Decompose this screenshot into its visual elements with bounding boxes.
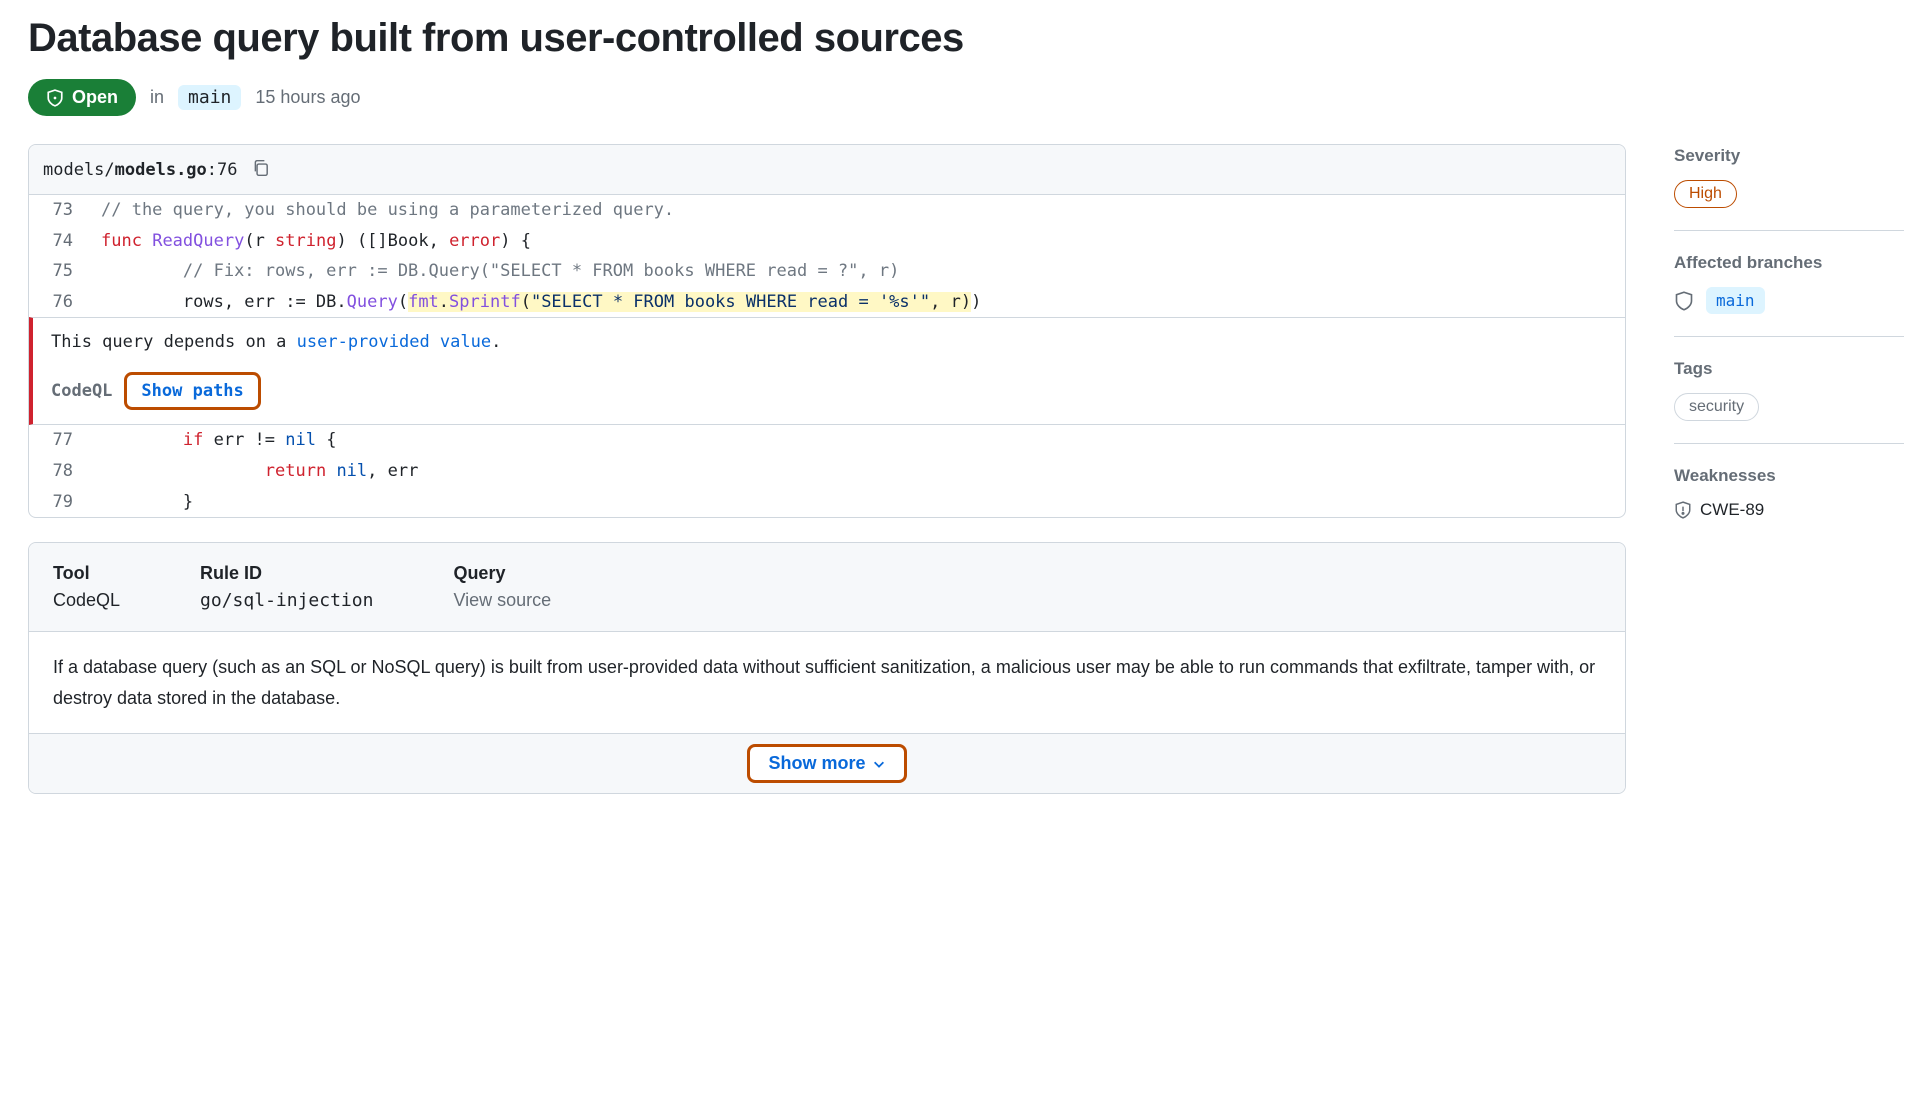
show-more-row: Show more bbox=[29, 734, 1625, 793]
line-number: 78 bbox=[29, 456, 91, 487]
show-paths-button[interactable]: Show paths bbox=[124, 372, 260, 410]
branch-chip[interactable]: main bbox=[1706, 287, 1765, 314]
show-more-button[interactable]: Show more bbox=[747, 744, 906, 783]
status-badge: Open bbox=[28, 79, 136, 116]
line-number: 79 bbox=[29, 487, 91, 518]
status-row: Open in main 15 hours ago bbox=[28, 79, 1904, 116]
weakness-value: CWE-89 bbox=[1700, 500, 1764, 520]
shield-alert-icon bbox=[1674, 501, 1692, 519]
file-path-file: models.go bbox=[115, 160, 207, 180]
alert-tool-label: CodeQL bbox=[51, 381, 112, 401]
rule-label: Rule ID bbox=[200, 563, 373, 584]
code-row: 76 rows, err := DB.Query(fmt.Sprintf("SE… bbox=[29, 287, 1625, 318]
shield-icon bbox=[46, 89, 64, 107]
info-description: If a database query (such as an SQL or N… bbox=[29, 632, 1625, 734]
shield-icon bbox=[1674, 291, 1694, 311]
info-panel: Tool CodeQL Rule ID go/sql-injection Que… bbox=[28, 542, 1626, 794]
status-in-text: in bbox=[150, 87, 164, 108]
severity-badge: High bbox=[1674, 180, 1737, 208]
alert-message: This query depends on a user-provided va… bbox=[51, 332, 1625, 352]
code-row: 78 return nil, err bbox=[29, 456, 1625, 487]
line-number: 75 bbox=[29, 256, 91, 287]
code-row: 77 if err != nil { bbox=[29, 425, 1625, 456]
code-row: 79 } bbox=[29, 487, 1625, 518]
branches-label: Affected branches bbox=[1674, 253, 1904, 273]
alert-block: This query depends on a user-provided va… bbox=[29, 317, 1625, 425]
weakness-item[interactable]: CWE-89 bbox=[1674, 500, 1904, 520]
line-code: return nil, err bbox=[91, 456, 418, 487]
line-number: 76 bbox=[29, 287, 91, 318]
code-row: 74 func ReadQuery(r string) ([]Book, err… bbox=[29, 226, 1625, 257]
code-row: 73 // the query, you should be using a p… bbox=[29, 195, 1625, 226]
code-panel: models/models.go:76 73 // the query, you… bbox=[28, 144, 1626, 518]
line-number: 74 bbox=[29, 226, 91, 257]
line-code: } bbox=[91, 487, 193, 518]
tag-pill[interactable]: security bbox=[1674, 393, 1759, 421]
tool-label: Tool bbox=[53, 563, 120, 584]
line-code: func ReadQuery(r string) ([]Book, error)… bbox=[91, 226, 531, 257]
file-line: :76 bbox=[207, 160, 238, 180]
file-header: models/models.go:76 bbox=[29, 145, 1625, 195]
tool-value: CodeQL bbox=[53, 590, 120, 611]
tags-label: Tags bbox=[1674, 359, 1904, 379]
info-header: Tool CodeQL Rule ID go/sql-injection Que… bbox=[29, 543, 1625, 632]
page-title: Database query built from user-controlle… bbox=[28, 16, 1904, 61]
line-code: if err != nil { bbox=[91, 425, 336, 456]
weaknesses-label: Weaknesses bbox=[1674, 466, 1904, 486]
line-code: rows, err := DB.Query(fmt.Sprintf("SELEC… bbox=[91, 287, 981, 318]
code-row: 75 // Fix: rows, err := DB.Query("SELECT… bbox=[29, 256, 1625, 287]
line-code: // the query, you should be using a para… bbox=[91, 195, 674, 226]
status-time: 15 hours ago bbox=[255, 87, 360, 108]
line-code: // Fix: rows, err := DB.Query("SELECT * … bbox=[91, 256, 899, 287]
rule-value: go/sql-injection bbox=[200, 590, 373, 611]
line-number: 77 bbox=[29, 425, 91, 456]
file-path-prefix: models/ bbox=[43, 160, 115, 180]
branch-chip-inline[interactable]: main bbox=[178, 85, 241, 110]
query-label: Query bbox=[453, 563, 551, 584]
user-provided-link[interactable]: user-provided value bbox=[297, 332, 491, 352]
chevron-down-icon bbox=[872, 757, 886, 771]
line-number: 73 bbox=[29, 195, 91, 226]
sidebar: Severity High Affected branches main Tag… bbox=[1674, 144, 1904, 818]
copy-button[interactable] bbox=[250, 157, 272, 182]
status-label: Open bbox=[72, 87, 118, 108]
copy-icon bbox=[252, 159, 270, 177]
query-value[interactable]: View source bbox=[453, 590, 551, 611]
severity-label: Severity bbox=[1674, 146, 1904, 166]
